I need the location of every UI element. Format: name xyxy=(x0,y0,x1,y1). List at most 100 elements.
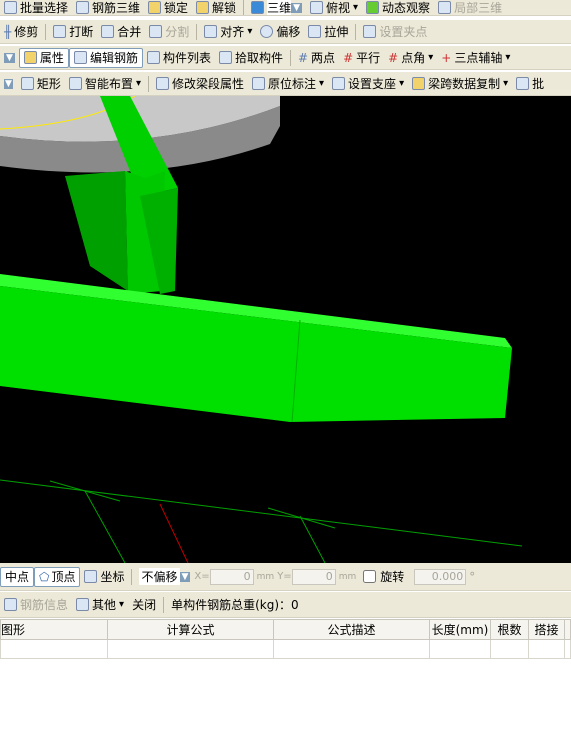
x-label: X= xyxy=(194,571,210,582)
align-icon xyxy=(204,25,218,38)
divider xyxy=(243,0,245,15)
modify-beam-segment-button[interactable]: 修改梁段属性 xyxy=(152,72,248,95)
rebar-info-icon xyxy=(4,598,17,611)
orbit-button[interactable]: 动态观察 xyxy=(362,0,434,15)
break-icon xyxy=(53,25,67,38)
set-support-button[interactable]: 设置支座 xyxy=(328,72,408,95)
trim-button[interactable]: ╫ 修剪 xyxy=(0,20,42,43)
batch-select-button[interactable]: 批量选择 xyxy=(0,0,72,15)
divider xyxy=(131,568,133,585)
column-side xyxy=(65,171,128,291)
column-header[interactable]: 长度(mm) xyxy=(429,619,491,640)
column-header[interactable]: 计算公式 xyxy=(107,619,274,640)
toolbar-edit: ╫修剪 打断 合并 分割 对齐 偏移 拉伸 设置夹点 xyxy=(0,20,571,44)
grid-line xyxy=(0,479,523,547)
annotation-icon xyxy=(252,77,265,90)
three-point-axis-button[interactable]: + 三点辅轴 xyxy=(437,46,514,69)
rotate-checkbox[interactable] xyxy=(363,570,377,583)
point-angle-button[interactable]: # 点角 xyxy=(384,46,437,69)
vertex-snap-button[interactable]: ⬠ 顶点 xyxy=(34,566,81,587)
three-point-axis-icon: + xyxy=(441,50,452,65)
trim-icon: ╫ xyxy=(4,24,12,39)
midpoint-snap-button[interactable]: 中点 xyxy=(0,566,35,587)
properties-button[interactable]: 属性 xyxy=(18,47,69,68)
layer-dropdown[interactable]: ▼ xyxy=(0,46,19,69)
3d-viewport[interactable] xyxy=(0,95,571,564)
grid-line xyxy=(299,515,326,564)
table-row[interactable] xyxy=(0,639,571,659)
other-icon xyxy=(76,598,90,611)
x-input[interactable] xyxy=(209,568,254,585)
copy-span-data-button[interactable]: 梁跨数据复制 xyxy=(408,72,512,95)
stretch-icon xyxy=(308,25,322,38)
offset-button[interactable]: 偏移 xyxy=(256,20,304,43)
pick-icon xyxy=(218,51,232,64)
degree-unit: ° xyxy=(469,569,476,584)
local-3d-button[interactable]: 局部三维 xyxy=(434,0,506,15)
set-grip-button[interactable]: 设置夹点 xyxy=(359,20,431,43)
toolbar-view: 批量选择 钢筋三维 锁定 解锁 三维▼ 俯视 动态观察 局部三维 xyxy=(0,0,571,16)
copy-icon xyxy=(412,77,426,90)
divider xyxy=(45,23,47,40)
column-header[interactable]: 搭接 xyxy=(528,619,565,640)
unlock-icon xyxy=(196,1,210,14)
column-header[interactable]: 根数 xyxy=(490,619,529,640)
parallel-button[interactable]: # 平行 xyxy=(339,46,384,69)
point-angle-icon: # xyxy=(388,50,399,65)
merge-icon xyxy=(101,25,115,38)
properties-icon xyxy=(23,51,37,64)
divider xyxy=(196,23,198,40)
merge-button[interactable]: 合并 xyxy=(97,20,145,43)
pentagon-icon: ⬠ xyxy=(39,569,50,584)
rotate-input[interactable] xyxy=(414,568,467,585)
y-label: Y= xyxy=(277,571,292,582)
lock-button[interactable]: 锁定 xyxy=(144,0,192,15)
toolbar-component: ▼ 属性 编辑钢筋 构件列表 拾取构件 #两点 #平行 #点角 +三点辅轴 xyxy=(0,46,571,70)
table-header: 图形 计算公式 公式描述 长度(mm) 根数 搭接 xyxy=(0,619,571,640)
offset-mode-select[interactable]: 不偏移 ▼ xyxy=(135,563,194,590)
split-icon xyxy=(149,25,163,38)
divider xyxy=(355,23,357,40)
rectangle-button[interactable]: 矩形 xyxy=(17,72,65,95)
offset-icon xyxy=(260,25,274,38)
rebar-3d-icon xyxy=(76,1,90,14)
two-point-button[interactable]: # 两点 xyxy=(294,46,339,69)
rebar-info-button[interactable]: 钢筋信息 xyxy=(0,592,72,617)
y-input[interactable] xyxy=(291,568,336,585)
split-button[interactable]: 分割 xyxy=(145,20,193,43)
cube-icon xyxy=(251,1,265,14)
grip-icon xyxy=(363,25,377,38)
top-view-button[interactable]: 俯视 xyxy=(306,0,362,15)
rebar-toolbar: 钢筋信息 其他 关闭 单构件钢筋总重(kg)：0 xyxy=(0,592,571,618)
coordinate-icon xyxy=(84,570,98,583)
divider xyxy=(289,49,291,66)
axis-x-line xyxy=(159,503,189,564)
in-place-annotation-button[interactable]: 原位标注 xyxy=(248,72,328,95)
unlock-button[interactable]: 解锁 xyxy=(192,0,240,15)
rebar-3d-button[interactable]: 钢筋三维 xyxy=(72,0,144,15)
coordinate-snap-button[interactable]: 坐标 xyxy=(80,563,128,590)
batch-button[interactable]: 批 xyxy=(512,72,548,95)
column-header[interactable]: 公式描述 xyxy=(273,619,430,640)
draw-mode-dropdown[interactable]: ▼ xyxy=(0,72,17,95)
pick-component-button[interactable]: 拾取构件 xyxy=(215,46,287,69)
edit-rebar-button[interactable]: 编辑钢筋 xyxy=(68,47,143,68)
lock-icon xyxy=(148,1,162,14)
other-button[interactable]: 其他 xyxy=(72,592,128,617)
grid-line xyxy=(84,490,126,564)
component-list-button[interactable]: 构件列表 xyxy=(143,46,215,69)
rotate-label: 旋转 xyxy=(380,570,405,584)
smart-layout-button[interactable]: 智能布置 xyxy=(65,72,145,95)
edit-rebar-icon xyxy=(73,51,87,64)
align-button[interactable]: 对齐 xyxy=(200,20,256,43)
break-button[interactable]: 打断 xyxy=(49,20,97,43)
divider xyxy=(147,75,149,92)
orbit-icon xyxy=(366,1,380,14)
column-header[interactable] xyxy=(564,619,571,640)
column-header[interactable]: 图形 xyxy=(0,619,108,640)
y-unit: mm xyxy=(338,571,357,582)
view-mode-select[interactable]: 三维 ▼ xyxy=(247,0,306,15)
stretch-button[interactable]: 拉伸 xyxy=(304,20,352,43)
batch-select-icon xyxy=(4,1,17,14)
close-button[interactable]: 关闭 xyxy=(128,592,160,617)
